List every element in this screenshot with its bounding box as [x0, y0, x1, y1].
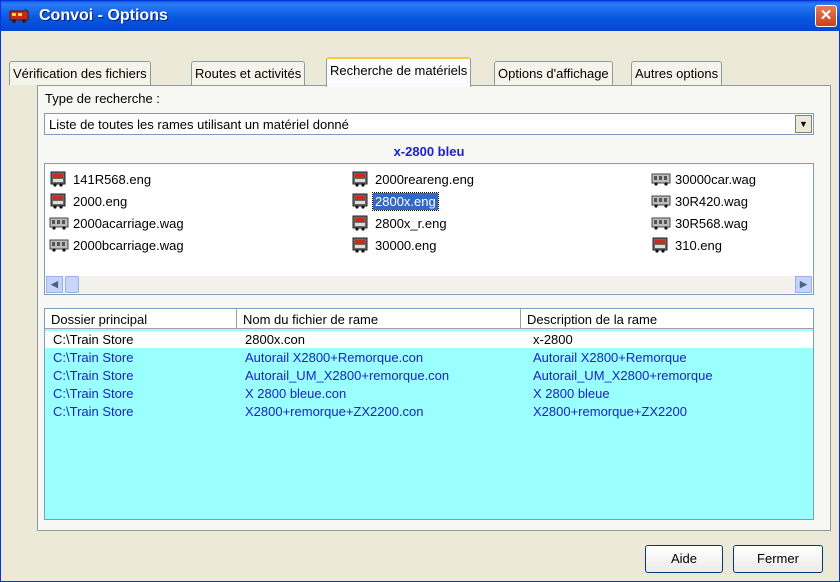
file-name: 2800x_r.eng: [375, 216, 447, 231]
cell-main-folder: C:\Train Store: [53, 404, 134, 419]
table-row[interactable]: C:\Train Store X2800+remorque+ZX2200.con X…: [45, 403, 813, 420]
window-title: Convoi - Options: [39, 7, 168, 24]
file-list-item[interactable]: 2000acarriage.wag: [49, 215, 186, 233]
column-header-consist-file[interactable]: Nom du fichier de rame: [237, 309, 521, 329]
file-name: 2000.eng: [73, 194, 128, 209]
file-name: 30R420.wag: [675, 194, 748, 209]
cell-consist-file: Autorail X2800+Remorque.con: [245, 350, 424, 365]
file-list-item[interactable]: 310.eng: [651, 237, 724, 255]
cell-consist-file: X 2800 bleue.con: [245, 386, 347, 401]
options-window: Convoi - Options ✕ Vérification des fich…: [0, 0, 840, 582]
cell-consist-description: Autorail X2800+Remorque: [533, 350, 687, 365]
locomotive-icon: [49, 193, 69, 209]
cell-main-folder: C:\Train Store: [53, 386, 134, 401]
file-list-item[interactable]: 30R420.wag: [651, 193, 750, 211]
wagon-icon: [49, 237, 69, 253]
tab-file-verification[interactable]: Vérification des fichiers: [9, 61, 151, 85]
file-name: 30000car.wag: [675, 172, 756, 187]
file-name: 30R568.wag: [675, 216, 748, 231]
cell-consist-description: Autorail_UM_X2800+remorque: [533, 368, 713, 383]
file-list-item[interactable]: 30000.eng: [351, 237, 438, 255]
locomotive-icon: [351, 193, 371, 209]
cell-main-folder: C:\Train Store: [53, 332, 134, 347]
cell-main-folder: C:\Train Store: [53, 368, 134, 383]
table-row[interactable]: C:\Train Store Autorail X2800+Remorque.co…: [45, 349, 813, 366]
wagon-icon: [651, 193, 671, 209]
cell-consist-file: X2800+remorque+ZX2200.con: [245, 404, 424, 419]
file-name: 2000acarriage.wag: [73, 216, 184, 231]
wagon-icon: [651, 171, 671, 187]
locomotive-icon: [49, 171, 69, 187]
search-type-label: Type de recherche :: [45, 91, 160, 106]
tab-routes-activities[interactable]: Routes et activités: [191, 61, 306, 85]
file-list-item[interactable]: 2000reareng.eng: [351, 171, 476, 189]
file-list-item[interactable]: 30R568.wag: [651, 215, 750, 233]
column-header-main-folder[interactable]: Dossier principal: [45, 309, 237, 329]
help-button[interactable]: Aide: [645, 545, 723, 573]
cell-consist-description: X 2800 bleue: [533, 386, 610, 401]
locomotive-icon: [351, 215, 371, 231]
tab-display-options[interactable]: Options d'affichage: [494, 61, 613, 85]
file-list-item[interactable]: 2800x_r.eng: [351, 215, 449, 233]
file-name: 2800x.eng: [372, 192, 439, 211]
file-list-item[interactable]: 2800x.eng: [351, 192, 439, 211]
table-row[interactable]: C:\Train Store Autorail_UM_X2800+remorque…: [45, 367, 813, 384]
file-name: 30000.eng: [375, 238, 437, 253]
locomotive-icon: [351, 237, 371, 253]
tab-other-options[interactable]: Autres options: [631, 61, 723, 85]
file-list-item[interactable]: 30000car.wag: [651, 171, 758, 189]
table-row[interactable]: C:\Train Store 2800x.con x-2800: [45, 331, 813, 348]
close-window-button[interactable]: ✕: [815, 5, 837, 27]
title-bar[interactable]: Convoi - Options ✕: [1, 1, 840, 31]
file-name: 2000reareng.eng: [375, 172, 475, 187]
file-list-item[interactable]: 2000.eng: [49, 193, 129, 211]
scroll-right-icon[interactable]: ▶: [795, 276, 812, 293]
file-name: 141R568.eng: [73, 172, 152, 187]
equipment-file-list[interactable]: 141R568.eng 2000.eng 2000acarriage.wag 2000…: [44, 163, 814, 295]
wagon-icon: [49, 215, 69, 231]
train-app-icon: [9, 9, 29, 23]
selected-equipment-title: x-2800 bleu: [393, 144, 465, 159]
table-row[interactable]: C:\Train Store X 2800 bleue.con X 2800 ble…: [45, 385, 813, 402]
cell-main-folder: C:\Train Store: [53, 350, 134, 365]
cell-consist-file: Autorail_UM_X2800+remorque.con: [245, 368, 450, 383]
file-list-item[interactable]: 141R568.eng: [49, 171, 153, 189]
close-button[interactable]: Fermer: [733, 545, 823, 573]
cell-consist-description: X2800+remorque+ZX2200: [533, 404, 687, 419]
search-type-value: Liste de toutes les rames utilisant un m…: [49, 117, 349, 132]
tab-equipment-search[interactable]: Recherche de matériels: [326, 57, 472, 87]
wagon-icon: [651, 215, 671, 231]
file-list-item[interactable]: 2000bcarriage.wag: [49, 237, 186, 255]
cell-consist-description: x-2800: [533, 332, 573, 347]
locomotive-icon: [351, 171, 371, 187]
column-header-consist-description[interactable]: Description de la rame: [521, 309, 813, 329]
consist-list-header: Dossier principal Nom du fichier de rame…: [45, 309, 813, 329]
chevron-down-icon[interactable]: ▼: [795, 115, 812, 133]
locomotive-icon: [651, 237, 671, 253]
file-name: 310.eng: [675, 238, 722, 253]
scrollbar-thumb[interactable]: [65, 276, 79, 293]
file-name: 2000bcarriage.wag: [73, 238, 184, 253]
consist-list[interactable]: Dossier principal Nom du fichier de rame…: [44, 308, 814, 520]
cell-consist-file: 2800x.con: [245, 332, 305, 347]
search-type-select[interactable]: Liste de toutes les rames utilisant un m…: [44, 113, 814, 135]
horizontal-scrollbar[interactable]: ◀ ▶: [46, 276, 812, 293]
scroll-left-icon[interactable]: ◀: [46, 276, 63, 293]
